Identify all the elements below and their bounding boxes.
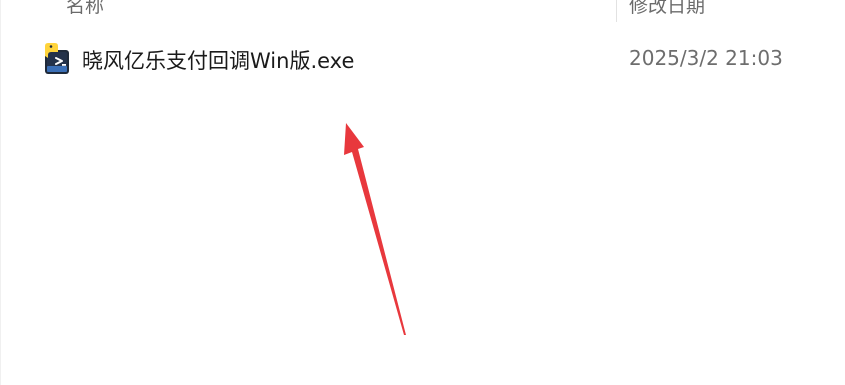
- file-name[interactable]: 晓风亿乐支付回调Win版.exe: [82, 45, 354, 75]
- column-divider[interactable]: [616, 0, 617, 22]
- red-arrow-annotation: [344, 123, 406, 335]
- file-date-modified: 2025/3/2 21:03: [629, 46, 783, 70]
- file-row[interactable]: 晓风亿乐支付回调Win版.exe 2025/3/2 21:03: [36, 40, 826, 80]
- column-header-date-modified[interactable]: 修改日期: [629, 0, 705, 17]
- window-left-edge: [0, 0, 1, 385]
- file-explorer-window: 名称 修改日期 晓风亿乐支付回调Win版.exe 2025/3/2 21:03: [0, 0, 845, 385]
- python-exe-icon: [45, 43, 69, 74]
- column-header-name[interactable]: 名称: [66, 0, 104, 17]
